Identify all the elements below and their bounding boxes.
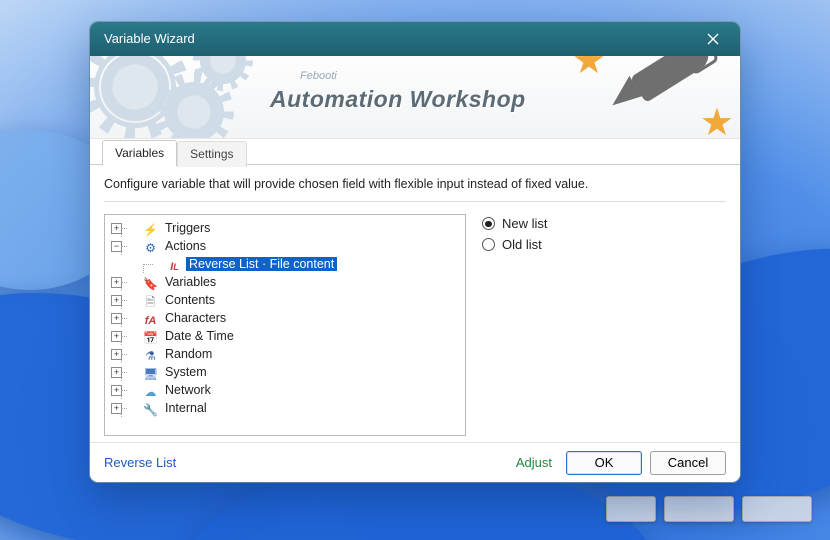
wrench-icon: 🔧 [143, 401, 158, 415]
radio-indicator [482, 217, 495, 230]
banner-title: Automation Workshop [270, 86, 526, 113]
cloud-icon: ☁ [143, 383, 158, 397]
background-ghost-button [742, 496, 812, 522]
tree-item-reverse-list[interactable]: ILReverse List · File content [109, 255, 463, 273]
gear-icon: ⚙ [143, 239, 158, 253]
cancel-button[interactable]: Cancel [650, 451, 726, 475]
tree-item-system[interactable]: + 🖥System [109, 363, 463, 381]
il-icon: IL [167, 258, 182, 272]
tree-item-triggers[interactable]: + ⚡Triggers [109, 219, 463, 237]
banner-brand: Febooti [300, 70, 337, 82]
flask-icon: ⚗ [143, 347, 158, 361]
tree-item-variables[interactable]: + 🔖Variables [109, 273, 463, 291]
footer-link[interactable]: Reverse List [104, 455, 176, 470]
radio-indicator [482, 238, 495, 251]
bolt-icon: ⚡ [143, 221, 158, 235]
radio-label: New list [502, 216, 548, 231]
window-title: Variable Wizard [104, 31, 195, 46]
star-icon: ★ [700, 100, 734, 139]
tree-item-contents[interactable]: + 🗎Contents [109, 291, 463, 309]
tag-icon: 🔖 [143, 275, 158, 289]
tree-item-network[interactable]: + ☁Network [109, 381, 463, 399]
tab-settings[interactable]: Settings [177, 141, 246, 167]
radio-label: Old list [502, 237, 542, 252]
background-ghost-button [664, 496, 734, 522]
tab-variables[interactable]: Variables [102, 140, 177, 166]
monitor-icon: 🖥 [143, 365, 158, 379]
tree-item-datetime[interactable]: + 📅Date & Time [109, 327, 463, 345]
tab-bar: Variables Settings [90, 139, 740, 165]
calendar-icon: 📅 [143, 329, 158, 343]
close-icon [707, 33, 719, 45]
variable-tree[interactable]: + ⚡Triggers − ⚙Actions ILReverse List · … [104, 214, 466, 436]
ok-button[interactable]: OK [566, 451, 642, 475]
radio-new-list[interactable]: New list [482, 216, 548, 231]
adjust-link[interactable]: Adjust [516, 455, 552, 470]
document-icon: 🗎 [143, 293, 158, 307]
title-bar[interactable]: Variable Wizard [90, 22, 740, 56]
radio-old-list[interactable]: Old list [482, 237, 548, 252]
dialog-window: Variable Wizard Febooti Automation Works… [90, 22, 740, 482]
fa-icon: fA [143, 312, 158, 326]
tree-item-internal[interactable]: + 🔧Internal [109, 399, 463, 417]
banner: Febooti Automation Workshop ★ ★ [90, 56, 740, 139]
close-button[interactable] [696, 27, 730, 51]
gear-icon [164, 82, 224, 139]
tree-item-characters[interactable]: + fACharacters [109, 309, 463, 327]
instruction-text: Configure variable that will provide cho… [104, 177, 726, 191]
gear-icon [200, 56, 246, 84]
radio-group: New list Old list [482, 214, 548, 436]
background-ghost-button [606, 496, 656, 522]
dialog-footer: Reverse List Adjust OK Cancel [90, 442, 740, 482]
tree-item-actions[interactable]: − ⚙Actions [109, 237, 463, 255]
tree-item-random[interactable]: + ⚗Random [109, 345, 463, 363]
